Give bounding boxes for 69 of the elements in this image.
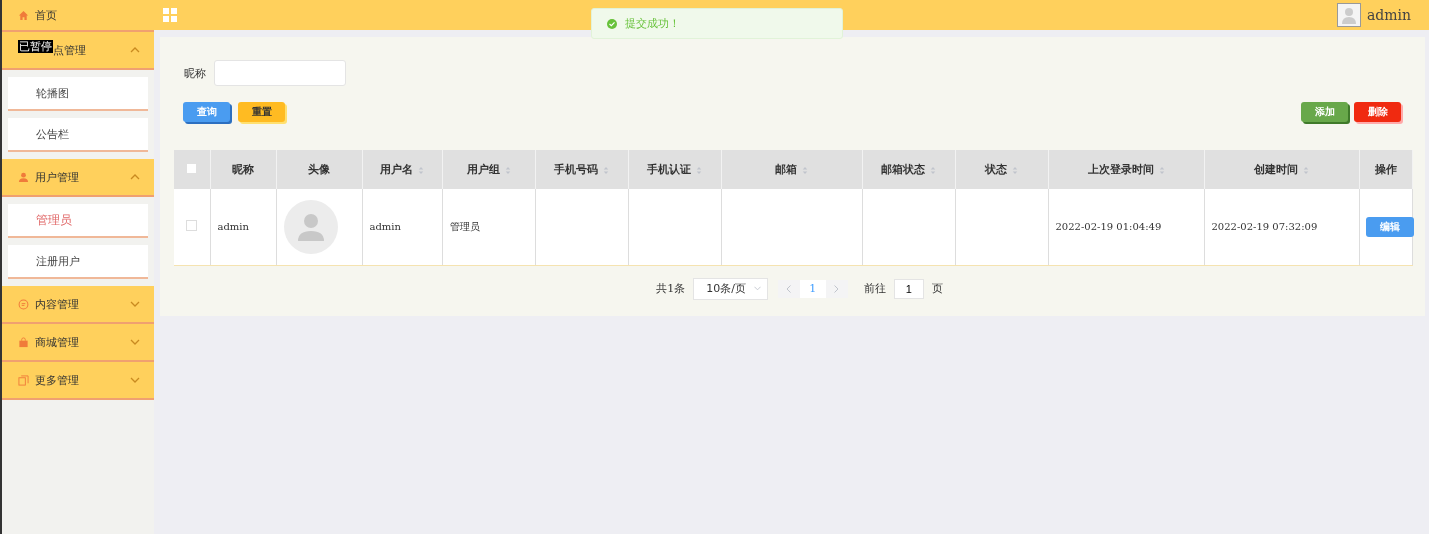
submenu-item[interactable]: 轮播图: [8, 77, 148, 111]
delete-button[interactable]: 删除: [1354, 102, 1401, 122]
menu-item[interactable]: 首页: [2, 0, 154, 32]
sort-icon[interactable]: [1303, 165, 1309, 175]
menu-group-header[interactable]: 商城管理: [2, 324, 154, 362]
bag-icon: [18, 336, 29, 348]
user-name[interactable]: admin: [1366, 7, 1411, 23]
avatar-icon: [283, 199, 338, 254]
column-header[interactable]: 手机号码: [535, 150, 628, 189]
submenu-item[interactable]: 注册用户: [8, 245, 148, 279]
sort-icon[interactable]: [802, 165, 808, 175]
chevron-left-icon: [786, 284, 792, 293]
copy-icon: [18, 374, 29, 386]
select-all-checkbox[interactable]: [187, 164, 197, 173]
column-header[interactable]: 用户名: [362, 150, 442, 189]
column-header[interactable]: 操作: [1359, 150, 1412, 189]
sort-icon[interactable]: [1012, 165, 1018, 175]
prev-page-button[interactable]: [777, 279, 800, 298]
column-header[interactable]: 上次登录时间: [1048, 150, 1204, 189]
column-header[interactable]: 创建时间: [1204, 150, 1359, 189]
column-header[interactable]: 状态: [955, 150, 1048, 189]
check-circle-icon: [607, 18, 617, 29]
menu-group-label: 商城管理: [35, 334, 80, 350]
menu-group-label: 用户管理: [35, 169, 80, 185]
menu-group-header[interactable]: 用户管理: [2, 159, 154, 197]
page-field[interactable]: 1: [893, 278, 924, 299]
menu-group-label: 点管理: [53, 42, 87, 58]
table-cell: 2022-02-19 01:04:49: [1048, 189, 1204, 265]
chat-icon: [18, 298, 29, 310]
column-header[interactable]: 昵称: [210, 150, 276, 189]
sort-icon[interactable]: [418, 165, 424, 175]
grid-icon[interactable]: [163, 8, 177, 22]
menu-group-label: 更多管理: [35, 372, 80, 388]
total-count: 共1条: [656, 281, 686, 296]
column-header[interactable]: 手机认证: [628, 150, 721, 189]
home-icon: [18, 9, 29, 21]
column-header[interactable]: 邮箱: [721, 150, 862, 189]
sort-icon[interactable]: [603, 165, 609, 175]
next-page-button[interactable]: [825, 279, 848, 298]
column-header[interactable]: 用户组: [442, 150, 535, 189]
menu-group-header[interactable]: 内容管理: [2, 286, 154, 324]
sort-icon[interactable]: [696, 165, 702, 175]
reset-button[interactable]: 重置: [238, 102, 285, 122]
row-checkbox[interactable]: [186, 220, 198, 232]
field-label: 昵称: [184, 65, 206, 81]
table-cell: admin: [210, 189, 276, 265]
menu-label: 首页: [35, 7, 57, 23]
menu-group-label: 内容管理: [35, 296, 80, 312]
menu-group-header[interactable]: 更多管理: [2, 362, 154, 400]
toast-message: 提交成功！: [625, 16, 680, 31]
sort-icon[interactable]: [1158, 165, 1165, 175]
chevron-right-icon: [834, 284, 840, 293]
column-header[interactable]: 头像: [276, 150, 362, 189]
table-cell: 2022-02-19 07:32:09: [1204, 189, 1359, 265]
page-size-select[interactable]: 10条/页: [693, 277, 768, 300]
caret-icon: [753, 286, 761, 291]
sort-icon[interactable]: [504, 165, 511, 175]
page-unit: 页: [931, 281, 943, 296]
person-icon: [18, 171, 29, 183]
paused-badge: 已暂停: [18, 40, 53, 53]
avatar-icon[interactable]: [1336, 3, 1361, 27]
submenu-item[interactable]: 管理员: [8, 204, 148, 238]
nickname-field[interactable]: [214, 60, 346, 86]
sort-icon[interactable]: [930, 165, 936, 175]
column-header[interactable]: 邮箱状态: [862, 150, 955, 189]
goto-label: 前往: [863, 281, 886, 296]
table-cell: 管理员: [442, 189, 535, 265]
submenu-item[interactable]: 公告栏: [8, 118, 148, 152]
table-cell: admin: [362, 189, 442, 265]
